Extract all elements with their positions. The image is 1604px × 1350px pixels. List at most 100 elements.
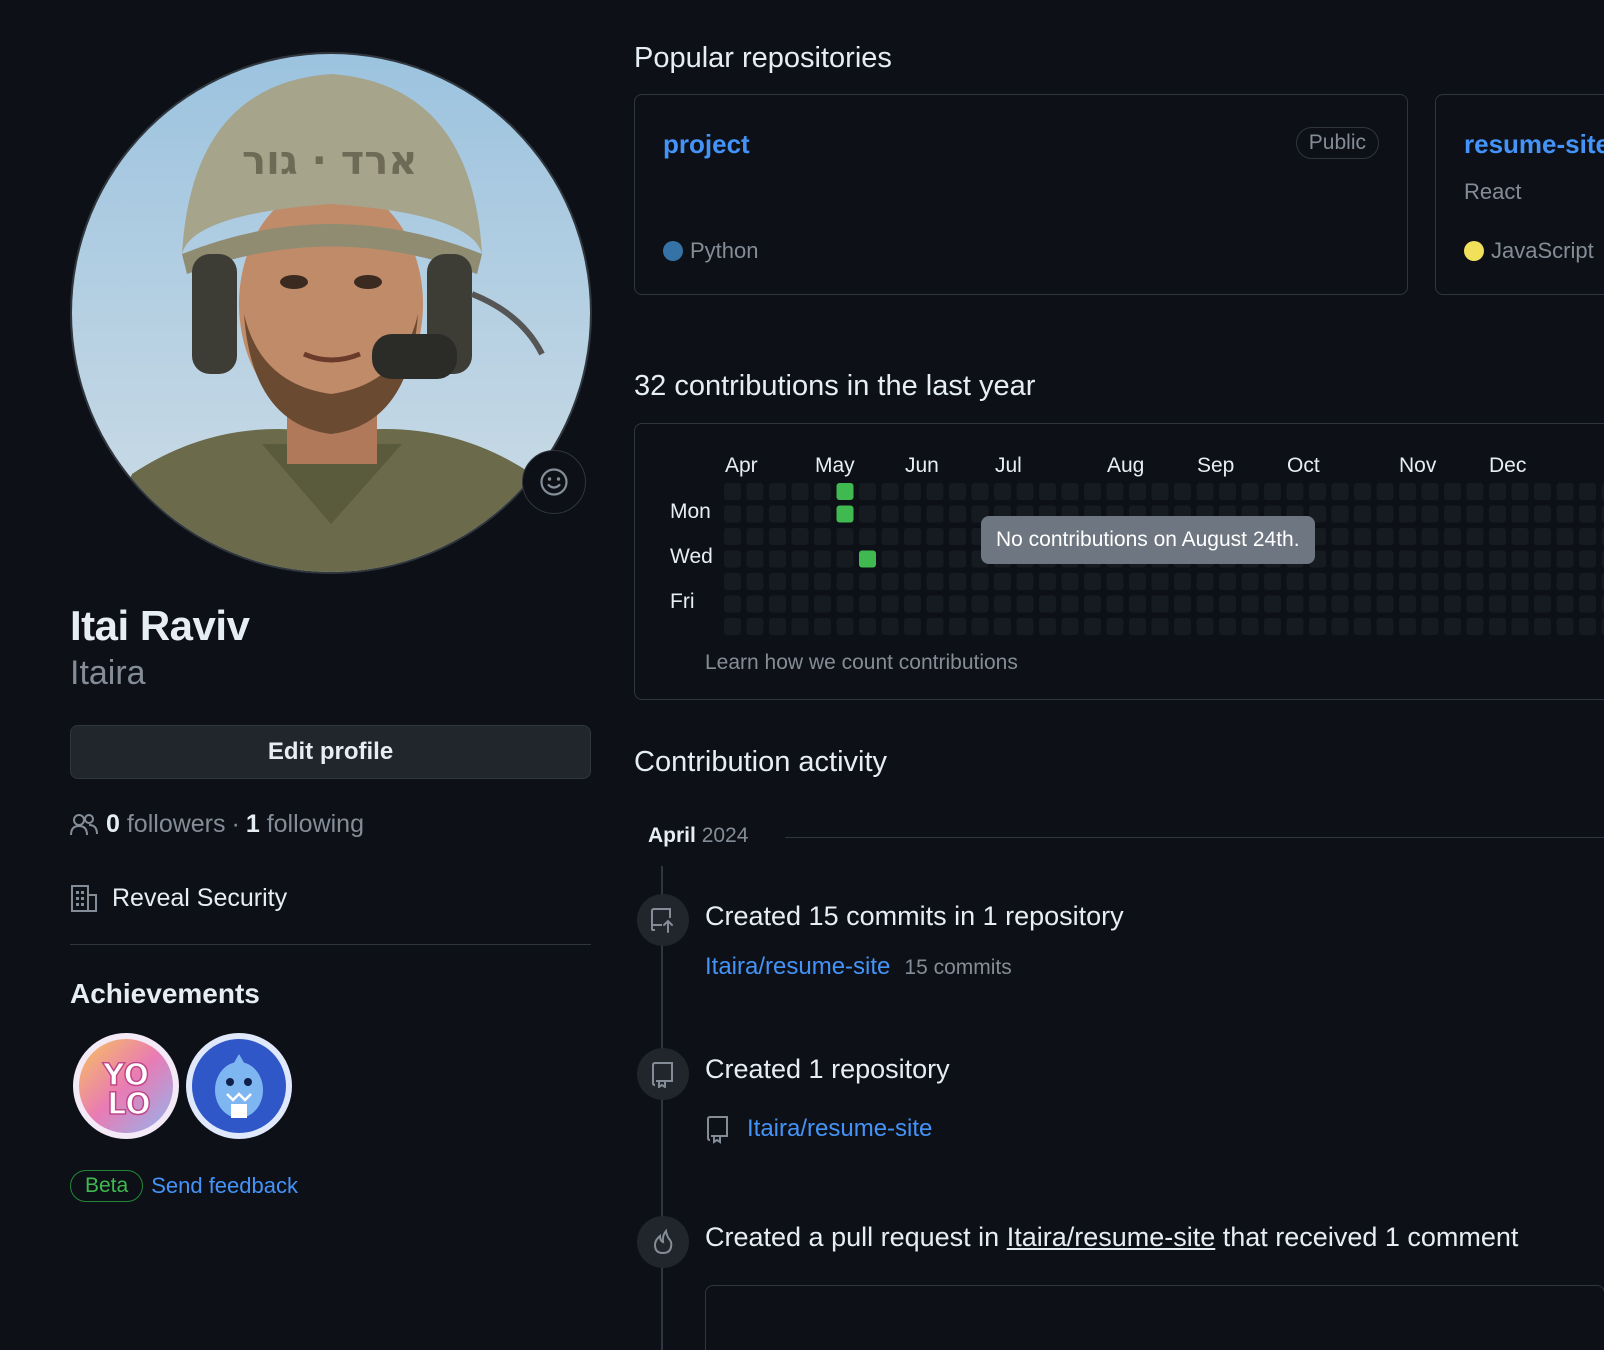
contribution-cell[interactable] <box>859 528 876 545</box>
contribution-cell[interactable] <box>1151 618 1169 635</box>
contribution-cell[interactable] <box>1444 528 1461 545</box>
contribution-cell[interactable] <box>949 595 966 613</box>
contribution-cell[interactable] <box>1219 618 1236 635</box>
contribution-cell[interactable] <box>769 618 786 635</box>
contribution-cell[interactable] <box>836 528 854 545</box>
contribution-cell[interactable] <box>904 550 921 568</box>
contribution-cell-active[interactable] <box>859 550 876 568</box>
contribution-cell[interactable] <box>1489 573 1506 590</box>
contribution-cell[interactable] <box>746 528 764 545</box>
contribution-cell[interactable] <box>1129 618 1146 635</box>
contribution-cell[interactable] <box>1489 528 1506 545</box>
contribution-cell[interactable] <box>926 528 944 545</box>
contribution-cell[interactable] <box>1151 595 1169 613</box>
contribution-cell[interactable] <box>881 618 899 635</box>
contribution-cell[interactable] <box>1016 483 1034 500</box>
contribution-cell[interactable] <box>1376 528 1394 545</box>
contribution-cell[interactable] <box>1084 573 1101 590</box>
contribution-cell[interactable] <box>926 505 944 523</box>
contribution-cell[interactable] <box>836 550 854 568</box>
contribution-cell[interactable] <box>1444 595 1461 613</box>
contribution-cell[interactable] <box>1511 573 1529 590</box>
contribution-cell[interactable] <box>814 595 831 613</box>
contribution-cell[interactable] <box>1309 483 1326 500</box>
contribution-cell[interactable] <box>949 573 966 590</box>
contribution-cell[interactable] <box>1061 618 1079 635</box>
contribution-cell[interactable] <box>1264 618 1281 635</box>
contribution-cell[interactable] <box>791 528 809 545</box>
contribution-cell[interactable] <box>1511 618 1529 635</box>
contribution-cell[interactable] <box>1174 573 1191 590</box>
contribution-cell[interactable] <box>1511 505 1529 523</box>
contribution-cell[interactable] <box>1331 550 1349 568</box>
achievement-badge-pull-shark[interactable] <box>185 1032 293 1140</box>
contribution-cell[interactable] <box>1331 505 1349 523</box>
contribution-cell[interactable] <box>724 483 741 500</box>
contribution-cell[interactable] <box>746 483 764 500</box>
contribution-cell[interactable] <box>971 483 989 500</box>
contribution-cell[interactable] <box>1399 505 1416 523</box>
contribution-cell[interactable] <box>836 595 854 613</box>
contribution-cell[interactable] <box>1106 483 1124 500</box>
created-repo-link[interactable]: Itaira/resume-site <box>747 1115 932 1143</box>
contribution-cell[interactable] <box>814 618 831 635</box>
contribution-cell[interactable] <box>1309 595 1326 613</box>
contribution-cell[interactable] <box>769 573 786 590</box>
contribution-cell[interactable] <box>926 595 944 613</box>
contribution-cell[interactable] <box>1466 573 1484 590</box>
contribution-cell[interactable] <box>1039 618 1056 635</box>
contribution-cell[interactable] <box>1579 483 1596 500</box>
contribution-cell[interactable] <box>1534 505 1551 523</box>
contribution-cell[interactable] <box>881 505 899 523</box>
contribution-cell[interactable] <box>1129 483 1146 500</box>
contribution-cell[interactable] <box>1489 595 1506 613</box>
achievement-badge-yolo[interactable]: YO LO <box>72 1032 180 1140</box>
contribution-cell[interactable] <box>769 550 786 568</box>
contribution-cell[interactable] <box>1354 573 1371 590</box>
contribution-cell[interactable] <box>769 595 786 613</box>
followers-link[interactable]: 0 followers <box>106 810 226 839</box>
contribution-cell[interactable] <box>1039 483 1056 500</box>
contribution-cell[interactable] <box>1534 618 1551 635</box>
contribution-cell[interactable] <box>814 483 831 500</box>
contribution-cell[interactable] <box>881 595 899 613</box>
pull-request-card[interactable] <box>705 1285 1604 1350</box>
contribution-cell[interactable] <box>904 505 921 523</box>
contribution-cell[interactable] <box>1331 573 1349 590</box>
commit-count-link[interactable]: 15 commits <box>904 956 1011 980</box>
contribution-cell[interactable] <box>1376 573 1394 590</box>
contribution-cell[interactable] <box>994 483 1011 500</box>
repo-name-link[interactable]: resume-site <box>1464 129 1604 160</box>
contribution-cell[interactable] <box>1354 505 1371 523</box>
contribution-cell[interactable] <box>724 528 741 545</box>
contribution-cell[interactable] <box>1466 550 1484 568</box>
contribution-cell[interactable] <box>836 618 854 635</box>
contribution-cell[interactable] <box>1444 573 1461 590</box>
contribution-cell[interactable] <box>746 595 764 613</box>
learn-contributions-link[interactable]: Learn how we count contributions <box>705 651 1018 675</box>
contribution-cell[interactable] <box>1016 618 1034 635</box>
contribution-cell-active[interactable] <box>836 505 854 523</box>
contribution-cell[interactable] <box>1534 483 1551 500</box>
contribution-cell[interactable] <box>1376 618 1394 635</box>
contribution-cell[interactable] <box>881 483 899 500</box>
contribution-cell[interactable] <box>859 595 876 613</box>
contribution-cell[interactable] <box>1556 550 1574 568</box>
contribution-cell[interactable] <box>814 528 831 545</box>
contribution-cell[interactable] <box>881 528 899 545</box>
contribution-cell[interactable] <box>1174 483 1191 500</box>
contribution-cell[interactable] <box>1399 595 1416 613</box>
contribution-cell[interactable] <box>1489 618 1506 635</box>
contribution-cell[interactable] <box>1556 483 1574 500</box>
contribution-cell[interactable] <box>1196 595 1214 613</box>
contribution-cell[interactable] <box>1331 483 1349 500</box>
following-link[interactable]: 1 following <box>246 810 364 839</box>
contribution-cell[interactable] <box>791 483 809 500</box>
avatar[interactable]: ארד · גור <box>70 52 592 574</box>
contribution-cell[interactable] <box>1489 550 1506 568</box>
contribution-cell[interactable] <box>1421 550 1439 568</box>
contribution-cell[interactable] <box>1354 550 1371 568</box>
contribution-cell[interactable] <box>1466 483 1484 500</box>
contribution-cell[interactable] <box>859 618 876 635</box>
contribution-cell[interactable] <box>1309 618 1326 635</box>
